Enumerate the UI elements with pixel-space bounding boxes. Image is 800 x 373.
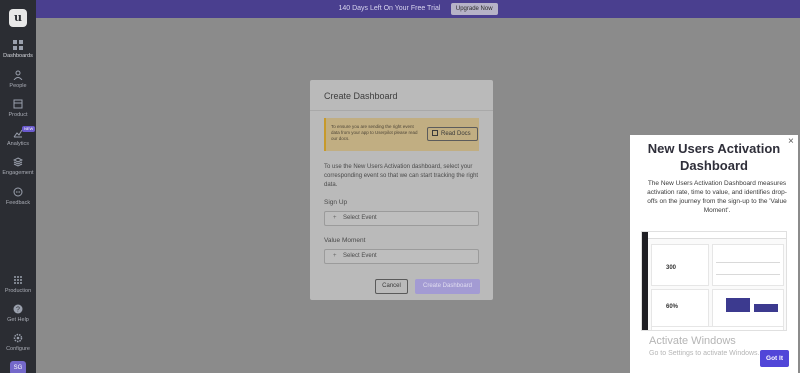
sidebar-item-label: Engagement [2,170,34,176]
preview-card [651,326,784,330]
preview-sidebar [642,232,648,330]
promo-panel: × New Users Activation Dashboard The New… [630,135,798,373]
upgrade-button[interactable]: Upgrade Now [450,3,498,15]
plus-icon: + [333,253,337,259]
value-moment-event-select[interactable]: + Select Event [324,249,479,264]
new-badge: NEW [22,126,36,132]
value-moment-label: Value Moment [324,237,366,244]
avatar[interactable]: SG [10,361,26,373]
plus-icon: + [333,215,337,221]
promo-title: New Users Activation Dashboard [647,141,781,173]
preview-bar [726,298,750,312]
svg-text:?: ? [16,307,20,314]
grid-icon [13,40,23,50]
app-logo[interactable]: u [9,9,27,27]
sidebar-item-label: Dashboards [3,53,33,59]
preview-topbar [648,232,786,239]
create-dashboard-modal: Create Dashboard To ensure you are sendi… [310,80,493,300]
product-icon [13,99,23,109]
sidebar-item-label: People [9,83,27,89]
sidebar-item-label: Production [4,288,32,294]
sidebar-item-get-help[interactable]: ? Get Help [0,304,36,323]
select-event-text: Select Event [343,253,377,259]
sign-up-event-select[interactable]: + Select Event [324,211,479,226]
apps-icon [14,276,22,284]
trial-text: 140 Days Left On Your Free Trial [338,5,441,12]
sidebar-item-label: Feedback [5,200,31,206]
sidebar-item-label: Analytics [6,141,29,147]
read-docs-label: Read Docs [441,131,471,137]
sidebar-item-people[interactable]: People [0,70,36,89]
preview-bar [754,304,778,312]
sidebar-item-label: Get Help [7,317,29,323]
preview-gridline [716,262,780,263]
sidebar-item-feedback[interactable]: Feedback [0,187,36,206]
modal-title: Create Dashboard [324,91,398,101]
gear-icon [13,333,23,343]
layers-icon [13,157,23,167]
sidebar-item-dashboards[interactable]: Dashboards [0,40,36,59]
modal-divider [310,110,493,111]
modal-description: To use the New Users Activation dashboar… [324,164,479,188]
preview-gridline [716,274,780,275]
sidebar-item-label: Product [8,112,28,118]
preview-card [651,289,709,327]
sidebar-item-product[interactable]: Product [0,99,36,118]
chat-icon [13,187,23,197]
help-icon: ? [13,304,23,314]
docs-notice: To ensure you are sending the right even… [324,118,479,151]
notice-text: To ensure you are sending the right even… [331,124,418,141]
preview-value: 60% [666,304,679,310]
sidebar-item-production[interactable]: Production [0,275,36,294]
sidebar-item-engagement[interactable]: Engagement [0,157,36,176]
cancel-button[interactable]: Cancel [375,279,408,294]
trial-banner: 140 Days Left On Your Free Trial Upgrade… [36,0,800,18]
windows-watermark-text: Go to Settings to activate Windows. [649,350,760,357]
preview-value: 300 [666,265,677,271]
select-event-text: Select Event [343,215,377,221]
read-docs-button[interactable]: Read Docs [427,127,478,141]
sidebar: u Dashboards People Product NEW Analytic… [0,0,36,373]
preview-card [712,244,784,286]
dashboard-preview-image: 300 60% [641,231,787,331]
windows-watermark-title: Activate Windows [649,335,736,347]
sidebar-item-analytics[interactable]: NEW Analytics [0,126,36,147]
sidebar-item-configure[interactable]: Configure [0,333,36,352]
sidebar-item-label: Configure [6,346,30,352]
sign-up-label: Sign Up [324,199,348,206]
create-dashboard-button[interactable]: Create Dashboard [415,279,480,294]
external-link-icon [432,130,438,136]
promo-text: The New Users Activation Dashboard measu… [647,180,787,214]
preview-card [651,244,709,286]
got-it-button[interactable]: Got It [760,350,789,367]
people-icon [13,70,23,80]
